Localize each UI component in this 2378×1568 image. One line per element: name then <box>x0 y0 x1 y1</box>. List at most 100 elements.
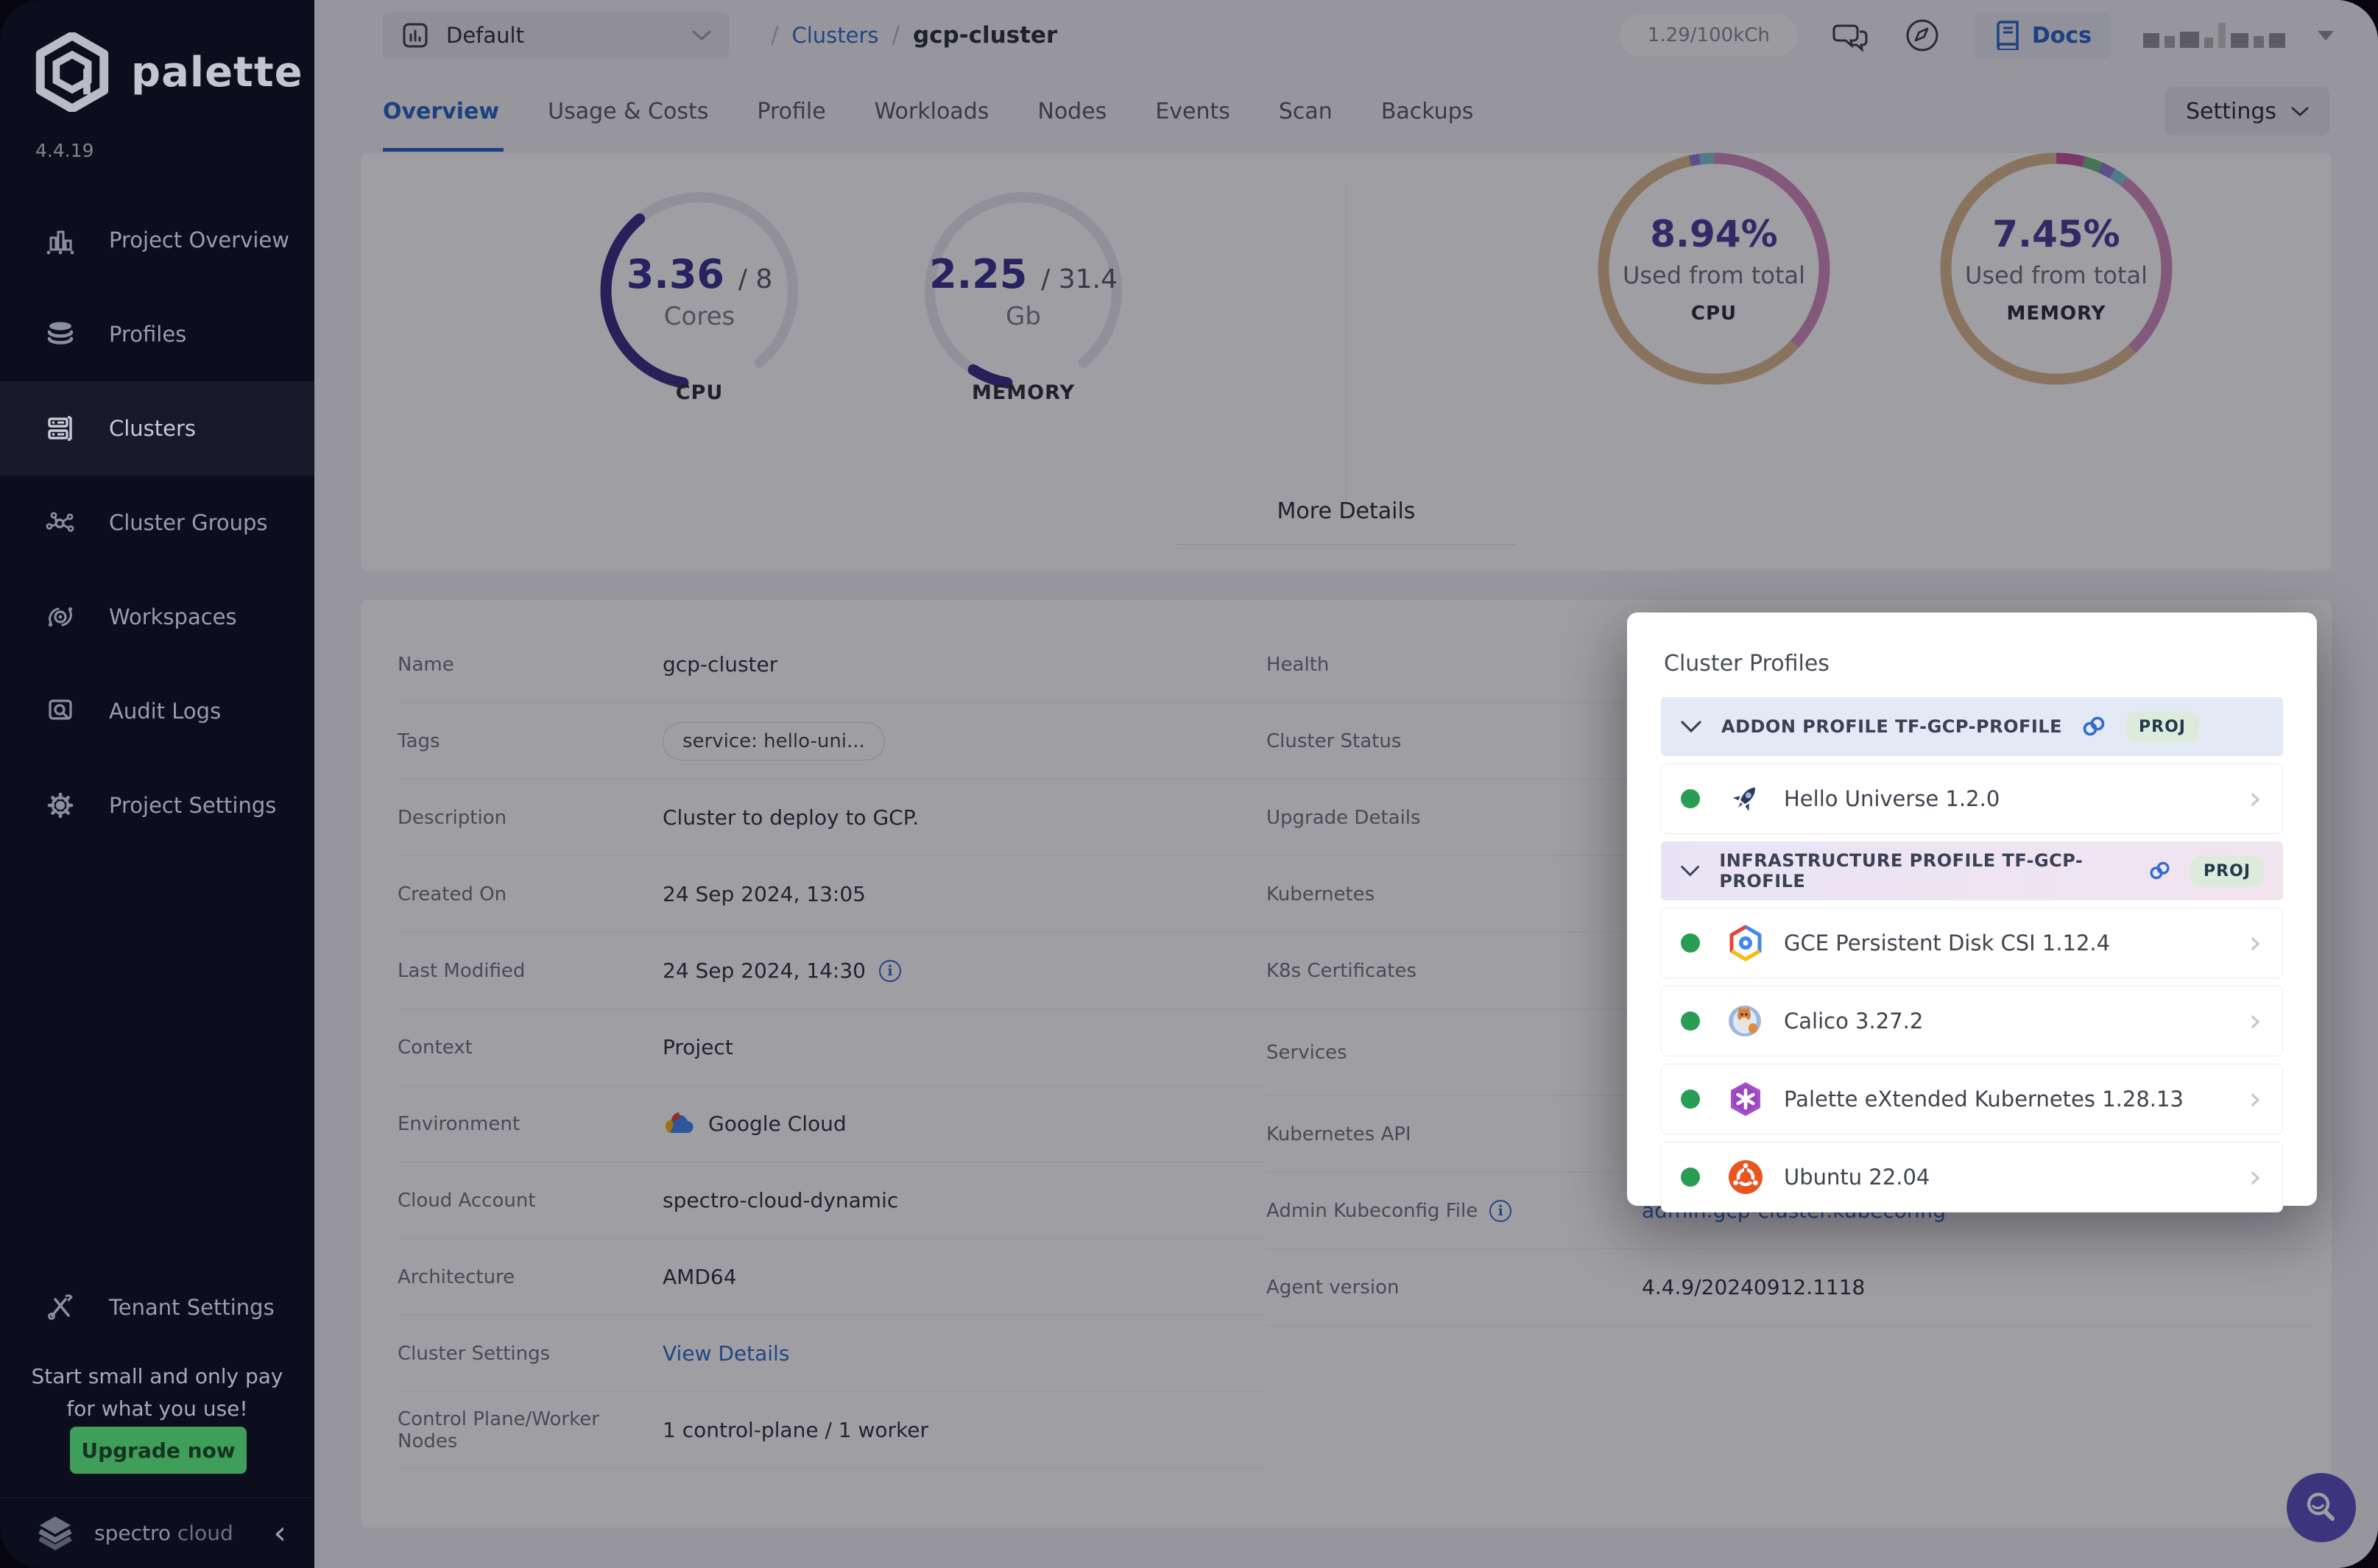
status-dot <box>1681 1090 1700 1109</box>
sidebar-item-project-settings[interactable]: Project Settings <box>0 758 314 852</box>
gear-icon <box>43 788 78 823</box>
profile-row-ubuntu[interactable]: Ubuntu 22.04 › <box>1661 1142 2283 1212</box>
infrastructure-profile-header[interactable]: INFRASTRUCTURE PROFILE TF-GCP-PROFILE PR… <box>1661 841 2283 900</box>
detail-row-environment: Environment Google Cloud <box>398 1086 1266 1162</box>
details-left-column: Name gcp-cluster Tags service: hello-uni… <box>398 626 1266 1469</box>
palette-logo: palette <box>32 32 303 112</box>
memory-used-value: 2.25 <box>929 251 1027 297</box>
sidebar-nav: Project Overview Profiles Clusters Clust… <box>0 193 314 852</box>
layers-icon <box>43 317 78 352</box>
profile-row-gce-disk[interactable]: GCE Persistent Disk CSI 1.12.4 › <box>1661 908 2283 978</box>
upgrade-now-button[interactable]: Upgrade now <box>70 1427 247 1474</box>
detail-row-architecture: Architecture AMD64 <box>398 1239 1266 1316</box>
tab-workloads[interactable]: Workloads <box>875 71 989 152</box>
scope-badge: PROJ <box>2125 711 2199 743</box>
profile-row-pxk[interactable]: Palette eXtended Kubernetes 1.28.13 › <box>1661 1064 2283 1134</box>
memory-gauge: 2.25 / 31.4 Gb MEMORY <box>917 184 1130 398</box>
chevron-down-icon <box>2291 106 2309 117</box>
addon-profile-header[interactable]: ADDON PROFILE TF-GCP-PROFILE PROJ <box>1661 697 2283 756</box>
sidebar-item-workspaces[interactable]: Workspaces <box>0 570 314 664</box>
cluster-profiles-popup: Cluster Profiles ADDON PROFILE TF-GCP-PR… <box>1627 612 2317 1206</box>
promo-line2: for what you use! <box>0 1393 314 1425</box>
detail-row-cluster-settings: Cluster Settings View Details <box>398 1316 1266 1392</box>
info-icon[interactable]: i <box>1489 1200 1511 1222</box>
tab-nodes[interactable]: Nodes <box>1037 71 1107 152</box>
tab-backups[interactable]: Backups <box>1381 71 1474 152</box>
link-icon <box>2148 860 2171 882</box>
tab-usage-costs[interactable]: Usage & Costs <box>548 71 708 152</box>
project-selector[interactable]: Default <box>383 13 729 58</box>
gce-disk-icon <box>1726 924 1765 962</box>
sidebar-item-label: Cluster Groups <box>109 510 268 535</box>
sidebar-footer: spectro cloud ‹ <box>0 1497 314 1568</box>
user-menu-chevron-icon[interactable] <box>2318 31 2334 40</box>
app-version: 4.4.19 <box>35 140 94 161</box>
settings-button[interactable]: Settings <box>2165 87 2329 135</box>
detail-row-name: Name gcp-cluster <box>398 626 1266 703</box>
addon-profile-name: ADDON PROFILE TF-GCP-PROFILE <box>1721 716 2062 737</box>
sidebar-item-label: Profiles <box>109 322 186 347</box>
sidebar-item-project-overview[interactable]: Project Overview <box>0 193 314 287</box>
search-icon <box>2302 1488 2340 1527</box>
tab-events[interactable]: Events <box>1155 71 1230 152</box>
breadcrumb-current: gcp-cluster <box>913 22 1057 49</box>
docs-button[interactable]: Docs <box>1975 13 2111 58</box>
brand-name: palette <box>131 49 303 96</box>
tag-pill[interactable]: service: hello-uni... <box>663 722 885 760</box>
sidebar-item-label: Clusters <box>109 416 196 441</box>
detail-row-description: Description Cluster to deploy to GCP. <box>398 780 1266 856</box>
promo-line1: Start small and only pay <box>0 1360 314 1393</box>
detail-row-nodes: Control Plane/Worker Nodes 1 control-pla… <box>398 1392 1266 1469</box>
collapse-sidebar-icon[interactable]: ‹ <box>273 1517 286 1550</box>
info-icon[interactable]: i <box>879 960 901 982</box>
sidebar-item-profiles[interactable]: Profiles <box>0 287 314 381</box>
detail-row-context: Context Project <box>398 1009 1266 1086</box>
network-icon <box>43 505 78 540</box>
card-divider <box>1346 183 1347 504</box>
status-dot <box>1681 1168 1700 1187</box>
help-compass-icon[interactable] <box>1902 15 1942 55</box>
memory-gauge-label: MEMORY <box>917 381 1130 404</box>
status-dot <box>1681 933 1700 953</box>
sidebar-item-cluster-groups[interactable]: Cluster Groups <box>0 476 314 570</box>
sidebar-item-label: Workspaces <box>109 604 237 629</box>
audit-logs-icon <box>43 693 78 729</box>
profile-row-hello-universe[interactable]: Hello Universe 1.2.0 › <box>1661 763 2283 834</box>
cpu-total-value: / 8 <box>738 264 772 294</box>
chevron-right-icon: › <box>2248 1161 2262 1193</box>
chevron-down-icon <box>1680 720 1702 734</box>
project-selector-value: Default <box>446 23 676 48</box>
popup-title: Cluster Profiles <box>1664 651 2283 677</box>
pxk-icon <box>1726 1080 1765 1118</box>
chat-icon[interactable] <box>1830 15 1870 55</box>
cpu-donut: 8.94% Used from total CPU <box>1589 144 1839 394</box>
upgrade-promo: Start small and only pay for what you us… <box>0 1360 314 1425</box>
bar-chart-icon <box>43 222 78 258</box>
tab-overview[interactable]: Overview <box>383 71 499 152</box>
search-fab-button[interactable] <box>2287 1473 2356 1542</box>
tab-profile[interactable]: Profile <box>757 71 825 152</box>
sidebar-item-tenant-settings[interactable]: Tenant Settings <box>0 1260 314 1355</box>
spectro-cloud-logo <box>34 1512 77 1555</box>
tab-scan[interactable]: Scan <box>1279 71 1333 152</box>
detail-row-cloud-account: Cloud Account spectro-cloud-dynamic <box>398 1162 1266 1239</box>
cpu-used-value: 3.36 <box>627 251 724 297</box>
chevron-down-icon <box>692 29 711 41</box>
profile-layer-name: Palette eXtended Kubernetes 1.28.13 <box>1784 1087 2248 1112</box>
detail-row-agent-version: Agent version 4.4.9/20240912.1118 <box>1266 1249 2312 1326</box>
usage-overview-card: 3.36 / 8 Cores CPU 2.25 / 31.4 Gb MEMORY <box>361 153 2332 571</box>
profile-layer-name: Calico 3.27.2 <box>1784 1009 2248 1034</box>
chevron-right-icon: › <box>2248 1005 2262 1037</box>
chevron-right-icon: › <box>2248 783 2262 815</box>
breadcrumb-link-clusters[interactable]: Clusters <box>791 23 878 48</box>
main-area: Default / Clusters / gcp-cluster 1.29/10… <box>314 0 2378 1568</box>
settings-label: Settings <box>2186 99 2276 124</box>
more-details-button[interactable]: More Details <box>1273 498 1420 525</box>
detail-row-last-modified: Last Modified 24 Sep 2024, 14:30i <box>398 933 1266 1009</box>
cluster-tabs: Overview Usage & Costs Profile Workloads… <box>383 71 2329 152</box>
cluster-settings-view-details-link[interactable]: View Details <box>663 1341 789 1366</box>
sidebar-item-label: Audit Logs <box>109 699 221 724</box>
sidebar-item-clusters[interactable]: Clusters <box>0 381 314 476</box>
sidebar-item-audit-logs[interactable]: Audit Logs <box>0 664 314 758</box>
profile-row-calico[interactable]: Calico 3.27.2 › <box>1661 986 2283 1056</box>
